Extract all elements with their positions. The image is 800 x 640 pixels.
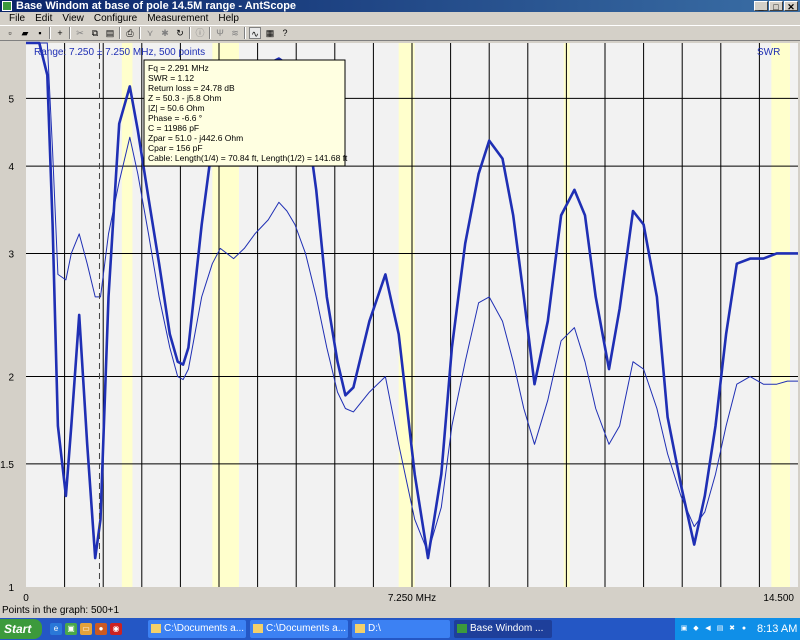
menu-bar: File Edit View Configure Measurement Hel… (0, 12, 800, 25)
menu-measurement[interactable]: Measurement (142, 12, 213, 25)
start-button[interactable]: Start (0, 619, 42, 639)
swr-chart: Range: 7.250 ± 7.250 MHz, 500 points SWR… (0, 41, 800, 604)
task-documents-1[interactable]: C:\Documents a... (148, 620, 246, 638)
task-label: C:\Documents a... (164, 623, 245, 634)
y-tick-label: 1 (8, 583, 14, 594)
toolbar-separator (139, 27, 141, 39)
copy-icon[interactable]: ⧉ (89, 27, 101, 39)
open-icon[interactable]: ▰ (19, 27, 31, 39)
band-highlight (121, 43, 133, 587)
x-tick-label: 0 (23, 593, 29, 604)
close-button[interactable]: ✕ (784, 1, 798, 12)
tooltip-line: C = 11986 pF (148, 123, 199, 133)
paste-icon[interactable]: ▤ (104, 27, 116, 39)
toolbar-separator (209, 27, 211, 39)
x-tick-label: 14.500 (763, 593, 794, 604)
tooltip-line: Phase = -6.6 ° (148, 113, 202, 123)
menu-file[interactable]: File (4, 12, 30, 25)
y-tick-label: 4 (8, 162, 14, 173)
measurement-tooltip: Fq = 2.291 MHzSWR = 1.12Return loss = 24… (143, 59, 348, 167)
app-icon (457, 624, 467, 633)
task-label: D:\ (368, 623, 381, 634)
tooltip-line: Cpar = 156 pF (148, 143, 203, 153)
range-label: Range: 7.250 ± 7.250 MHz, 500 points (34, 47, 205, 58)
y-tick-label: 3 (8, 249, 14, 260)
points-status: Points in the graph: 500+1 (2, 605, 120, 616)
task-drive-d[interactable]: D:\ (352, 620, 450, 638)
antivirus-icon[interactable]: ● (739, 624, 749, 634)
clock: 8:13 AM (757, 623, 798, 635)
ie-icon[interactable]: e (50, 623, 62, 635)
new-icon[interactable]: ▫ (4, 27, 16, 39)
y-tick-label: 5 (8, 94, 14, 105)
add-icon[interactable]: + (54, 27, 66, 39)
info-icon[interactable]: ⓘ (194, 27, 206, 39)
graph-icon[interactable]: ∿ (249, 27, 261, 39)
folder-icon (253, 624, 263, 633)
help-icon[interactable]: ? (279, 27, 291, 39)
tooltip-line: Zpar = 51.0 - j442.6 Ohm (148, 133, 243, 143)
title-bar[interactable]: Base Windom at base of pole 14.5M range … (0, 0, 800, 12)
menu-configure[interactable]: Configure (89, 12, 142, 25)
table-icon[interactable]: ▦ (264, 27, 276, 39)
toolbar-separator (49, 27, 51, 39)
star-icon[interactable]: ✱ (159, 27, 171, 39)
network-icon[interactable]: ▣ (679, 624, 689, 634)
status-bar: Points in the graph: 500+1 (0, 604, 800, 618)
tooltip-line: Z = 50.3 - j5.8 Ohm (148, 93, 221, 103)
tooltip-line: |Z| = 50.6 Ohm (148, 103, 205, 113)
swr-label: SWR (757, 47, 780, 58)
refresh-icon[interactable]: ↻ (174, 27, 186, 39)
print-icon[interactable]: ⎙ (124, 27, 136, 39)
maximize-button[interactable]: □ (769, 1, 783, 12)
tooltip-line: Return loss = 24.78 dB (148, 83, 235, 93)
toolbar: ▫ ▰ ▪ + ✂ ⧉ ▤ ⎙ ⋎ ✱ ↻ ⓘ Ψ ≋ ∿ ▦ ? (0, 25, 800, 41)
toolbar-separator (119, 27, 121, 39)
x-tick-label: 7.250 MHz (388, 593, 436, 604)
app-icon[interactable] (2, 1, 12, 11)
y-tick-label: 1.5 (0, 460, 14, 471)
toolbar-separator (69, 27, 71, 39)
quick-launch: e ▣ ▭ ● ◉ (50, 623, 122, 635)
task-label: Base Windom ... (470, 623, 544, 634)
menu-help[interactable]: Help (213, 12, 244, 25)
scan-icon[interactable]: ⋎ (144, 27, 156, 39)
shield-icon[interactable]: ◆ (691, 624, 701, 634)
task-antscope[interactable]: Base Windom ... (454, 620, 552, 638)
band-highlight (771, 43, 791, 587)
folder-icon[interactable]: ▭ (80, 623, 92, 635)
folder-icon (355, 624, 365, 633)
media-icon[interactable]: ◉ (110, 623, 122, 635)
antenna-icon[interactable]: Ψ (214, 27, 226, 39)
toolbar-separator (189, 27, 191, 39)
tooltip-line: Fq = 2.291 MHz (148, 63, 209, 73)
menu-edit[interactable]: Edit (30, 12, 57, 25)
firefox-icon[interactable]: ● (95, 623, 107, 635)
explorer-icon[interactable]: ▣ (65, 623, 77, 635)
security-icon[interactable]: ✖ (727, 624, 737, 634)
window-title: Base Windom at base of pole 14.5M range … (16, 0, 297, 12)
tooltip-line: Cable: Length(1/4) = 70.84 ft, Length(1/… (148, 153, 348, 163)
folder-icon (151, 624, 161, 633)
printer-icon[interactable]: ▤ (715, 624, 725, 634)
save-icon[interactable]: ▪ (34, 27, 46, 39)
swr-plot[interactable]: Range: 7.250 ± 7.250 MHz, 500 points SWR… (0, 41, 800, 604)
cut-icon[interactable]: ✂ (74, 27, 86, 39)
volume-icon[interactable]: ◀ (703, 624, 713, 634)
y-tick-label: 2 (8, 373, 14, 384)
system-tray: ▣ ◆ ◀ ▤ ✖ ● 8:13 AM (675, 618, 800, 640)
tooltip-line: SWR = 1.12 (148, 73, 194, 83)
toolbar-separator (244, 27, 246, 39)
task-documents-2[interactable]: C:\Documents a... (250, 620, 348, 638)
taskbar: Start e ▣ ▭ ● ◉ C:\Documents a... C:\Doc… (0, 618, 800, 640)
minimize-button[interactable]: _ (754, 1, 768, 12)
menu-view[interactable]: View (57, 12, 89, 25)
fq-icon[interactable]: ≋ (229, 27, 241, 39)
task-label: C:\Documents a... (266, 623, 347, 634)
